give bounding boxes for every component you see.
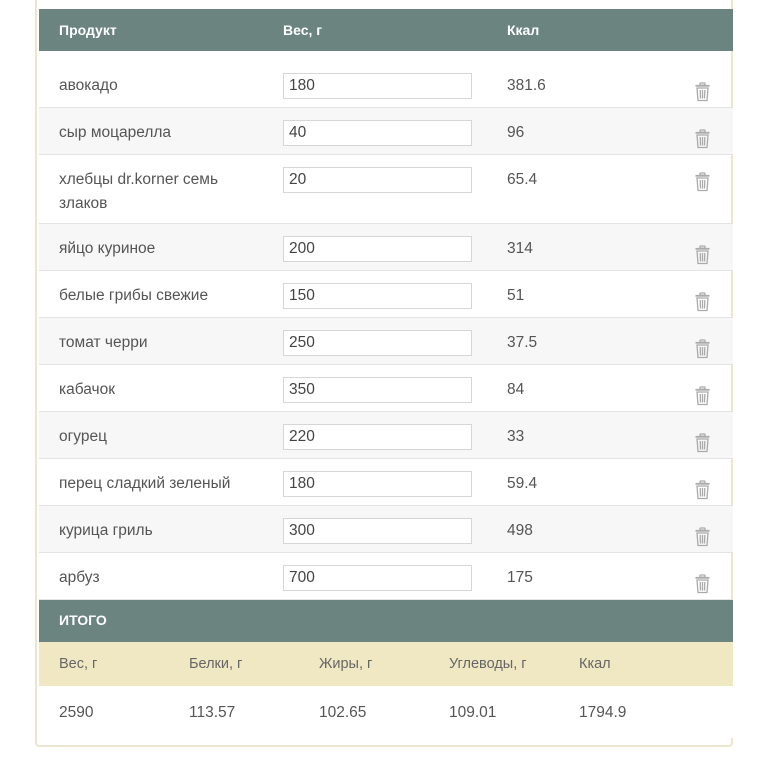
trash-icon[interactable] [694,386,711,406]
product-name: белые грибы свежие [59,287,209,304]
summary-header-carbs: Углеводы, г [449,656,527,672]
summary-value-carbs: 109.01 [449,704,497,721]
trash-icon[interactable] [694,527,711,547]
kcal-value: 51 [507,287,525,304]
summary-value-fat: 102.65 [319,704,367,721]
product-name: сыр моцарелла [59,124,172,141]
weight-input[interactable] [283,377,472,403]
weight-input[interactable] [283,283,472,309]
product-name: яйцо куриное [59,240,156,257]
kcal-value: 84 [507,381,525,398]
nutrition-table: Продукт Вес, г Ккал авокадо 381.6 сыр моца… [39,9,733,738]
table-row: огурец 33 [39,412,733,459]
summary-header: Вес, г Белки, г Жиры, г Углеводы, г Ккал [39,642,733,686]
weight-input[interactable] [283,565,472,591]
summary-value-kcal: 1794.9 [579,704,627,721]
table-row: кабачок 84 [39,365,733,412]
table-row: арбуз 175 [39,553,733,600]
trash-icon[interactable] [694,433,711,453]
trash-icon[interactable] [694,574,711,594]
header-spacer [39,51,733,61]
product-name: авокадо [59,77,118,94]
trash-icon[interactable] [694,172,711,192]
table-row: яйцо куриное 314 [39,224,733,271]
summary-header-protein: Белки, г [189,656,243,672]
product-name: арбуз [59,569,100,586]
product-name: кабачок [59,381,116,398]
product-name: огурец [59,428,107,445]
header-kcal: Ккал [507,22,540,38]
total-title: ИТОГО [59,612,107,628]
weight-input[interactable] [283,73,472,99]
table-row: белые грибы свежие 51 [39,271,733,318]
kcal-value: 59.4 [507,475,538,492]
table-header: Продукт Вес, г Ккал [39,9,733,51]
weight-input[interactable] [283,120,472,146]
product-name: перец сладкий зеленый [59,475,231,492]
product-name: хлебцы dr.korner семь злаков [59,171,219,212]
trash-icon[interactable] [694,480,711,500]
weight-input[interactable] [283,518,472,544]
product-name: курица гриль [59,522,153,539]
table-row: курица гриль 498 [39,506,733,553]
weight-input[interactable] [283,167,472,193]
kcal-value: 33 [507,428,525,445]
table-row: томат черри 37.5 [39,318,733,365]
summary-header-weight: Вес, г [59,656,98,672]
header-weight: Вес, г [283,22,323,38]
weight-input[interactable] [283,471,472,497]
weight-input[interactable] [283,424,472,450]
kcal-value: 37.5 [507,334,538,351]
product-name: томат черри [59,334,148,351]
weight-input[interactable] [283,236,472,262]
table-row: авокадо 381.6 [39,61,733,108]
trash-icon[interactable] [694,82,711,102]
kcal-value: 498 [507,522,533,539]
summary-value-weight: 2590 [59,704,94,721]
summary-value-protein: 113.57 [189,704,236,721]
trash-icon[interactable] [694,245,711,265]
kcal-value: 65.4 [507,171,538,188]
summary-header-fat: Жиры, г [319,656,373,672]
weight-input[interactable] [283,330,472,356]
summary-values: 2590 113.57 102.65 109.01 1794.9 [39,686,733,738]
total-bar: ИТОГО [39,600,733,642]
kcal-value: 175 [507,569,533,586]
trash-icon[interactable] [694,339,711,359]
trash-icon[interactable] [694,292,711,312]
table-row: перец сладкий зеленый 59.4 [39,459,733,506]
kcal-value: 314 [507,240,533,257]
product-rows: авокадо 381.6 сыр моцарелла 96 хлебцы dr.kor… [39,61,733,600]
kcal-value: 96 [507,124,525,141]
table-row: сыр моцарелла 96 [39,108,733,155]
table-row: хлебцы dr.korner семь злаков 65.4 [39,155,733,224]
nutrition-panel: Продукт Вес, г Ккал авокадо 381.6 сыр моца… [35,0,733,747]
kcal-value: 381.6 [507,77,546,94]
trash-icon[interactable] [694,129,711,149]
summary-header-kcal: Ккал [579,656,611,672]
header-product: Продукт [59,22,117,38]
